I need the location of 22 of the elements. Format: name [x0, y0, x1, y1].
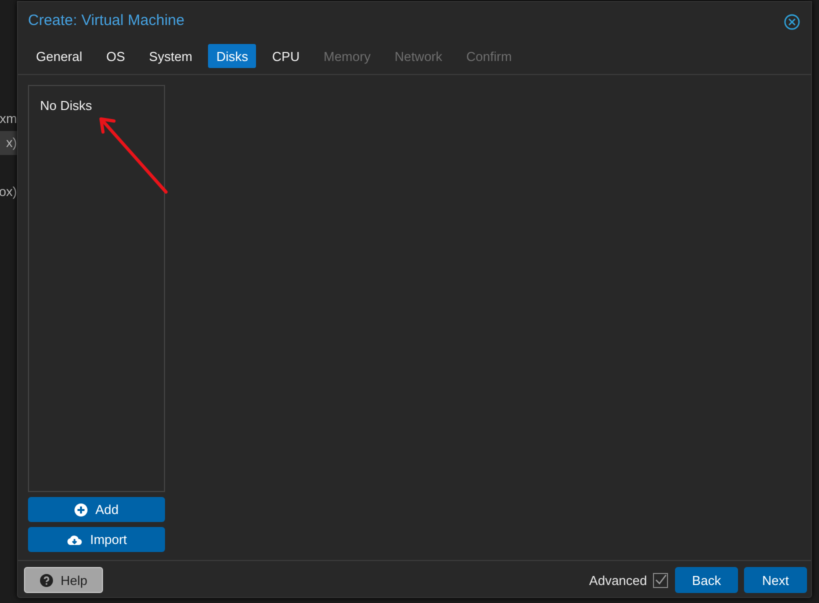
cloud-download-icon — [66, 532, 84, 546]
window-title: Create: Virtual Machine — [28, 12, 184, 28]
nav-button[interactable]: Back — [675, 567, 738, 593]
help-button[interactable]: Help — [24, 567, 103, 593]
background-text: x) — [0, 131, 17, 155]
empty-message: No Disks — [40, 98, 92, 113]
close-button[interactable] — [783, 13, 801, 31]
advanced-checkbox[interactable] — [653, 572, 668, 588]
background-text: xm — [0, 110, 17, 128]
close-icon — [784, 14, 800, 30]
check-icon — [654, 572, 667, 586]
tab[interactable]: OS — [98, 44, 134, 68]
help-icon — [40, 574, 53, 586]
tab[interactable]: General — [28, 44, 90, 68]
disk-button[interactable]: Import — [28, 527, 165, 552]
tab[interactable]: System — [141, 44, 200, 68]
disk-button[interactable]: Add — [28, 497, 165, 522]
nav-button[interactable]: Next — [744, 567, 807, 593]
tab[interactable]: Disks — [208, 44, 256, 68]
plus-icon — [74, 502, 88, 516]
tab[interactable]: CPU — [264, 44, 308, 68]
checkbox-label: Advanced — [589, 572, 647, 588]
